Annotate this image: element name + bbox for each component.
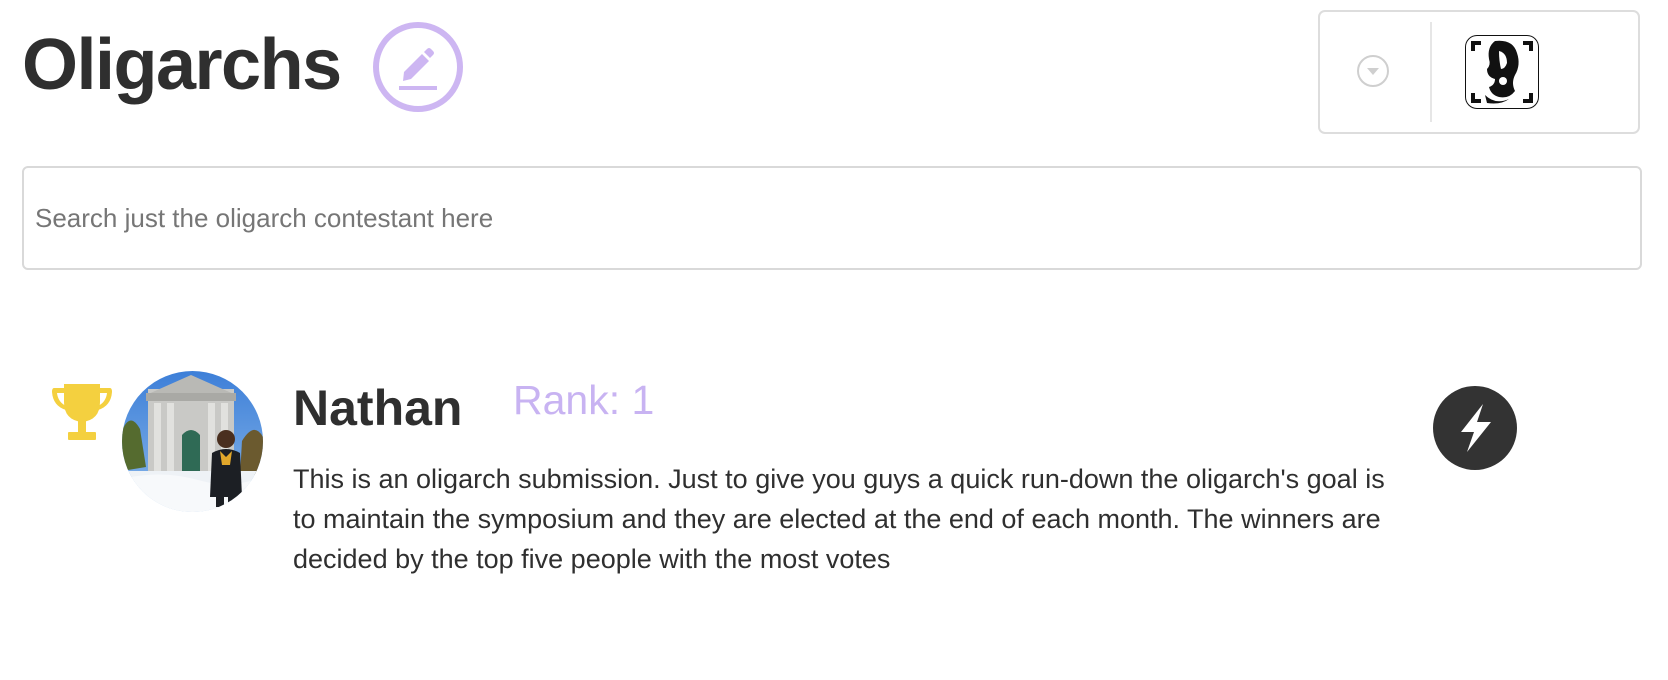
user-menu-dropdown[interactable] — [1356, 54, 1390, 88]
contestant-description: This is an oligarch submission. Just to … — [293, 464, 1385, 574]
page-title: Oligarchs — [22, 25, 342, 105]
trophy-icon — [50, 380, 114, 444]
contestant-name: Nathan — [293, 380, 463, 436]
search-input[interactable] — [22, 166, 1642, 270]
user-menu-divider — [1430, 22, 1432, 122]
profile-avatar-icon — [1465, 35, 1539, 109]
edit-button[interactable] — [373, 22, 463, 112]
vote-button[interactable] — [1433, 386, 1517, 470]
rank-label: Rank: 1 — [513, 377, 655, 423]
oligarchs-page: Oligarchs Search just the oligarch conte… — [0, 0, 1668, 680]
contestant-avatar[interactable] — [122, 371, 263, 512]
pencil-icon — [399, 48, 437, 90]
profile-avatar[interactable] — [1465, 35, 1539, 109]
chevron-down-circle-icon — [1357, 55, 1389, 87]
user-menu — [1318, 10, 1640, 134]
lightning-bolt-icon — [1461, 404, 1491, 452]
